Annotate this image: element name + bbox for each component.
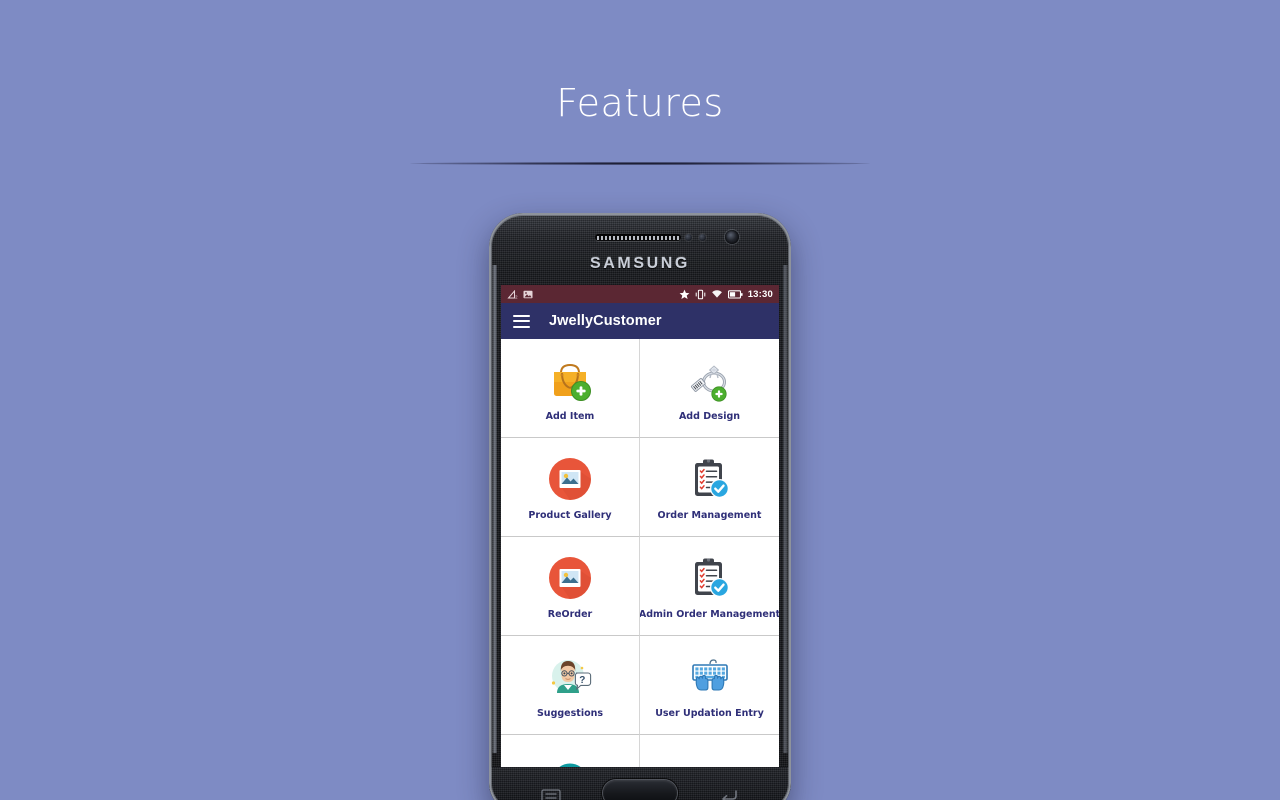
- proximity-sensor-icon: [685, 234, 692, 241]
- feature-cell-product-gallery[interactable]: Product Gallery: [501, 438, 640, 537]
- feature-cell-add-design[interactable]: Add Design: [640, 339, 779, 438]
- person-question-icon: ?: [544, 651, 596, 703]
- photo-gallery-icon: [544, 552, 596, 604]
- signal-triangle-icon: 2: [507, 289, 518, 299]
- feature-label: User Updation Entry: [655, 707, 764, 719]
- page-header: Features: [0, 0, 1280, 165]
- phone-mockup: SAMSUNG 2 13:30 JwellyCustomer Add Item …: [489, 213, 791, 800]
- feature-label: Order Management: [657, 509, 762, 521]
- image-icon: [523, 290, 533, 299]
- feature-cell-partial-right[interactable]: [640, 735, 779, 767]
- front-camera-icon: [725, 230, 739, 244]
- back-key-icon[interactable]: [719, 789, 739, 800]
- feature-grid: Add Item Add Design Product Gallery Orde…: [501, 339, 779, 767]
- status-bar-left-icons: 2: [507, 289, 533, 299]
- feature-cell-order-management[interactable]: Order Management: [640, 438, 779, 537]
- status-bar-right-icons: 13:30: [679, 289, 773, 300]
- feature-cell-partial-left[interactable]: [501, 735, 640, 767]
- feature-label: Suggestions: [536, 707, 604, 719]
- feature-cell-reorder[interactable]: ReOrder: [501, 537, 640, 636]
- app-bar-title: JwellyCustomer: [549, 313, 662, 329]
- menu-key-icon[interactable]: [541, 789, 561, 800]
- feature-label: Admin Order Management: [640, 608, 779, 620]
- vibrate-icon: [695, 289, 706, 300]
- battery-icon: [727, 289, 743, 299]
- hamburger-menu-icon[interactable]: [513, 314, 530, 328]
- page-title: Features: [556, 81, 724, 125]
- device-brand-label: SAMSUNG: [590, 255, 690, 272]
- svg-text:2: 2: [515, 294, 518, 299]
- status-bar: 2 13:30: [501, 285, 779, 303]
- wifi-icon: [711, 289, 723, 299]
- feature-cell-suggestions[interactable]: ? Suggestions: [501, 636, 640, 735]
- home-button[interactable]: [603, 780, 677, 800]
- feature-cell-user-updation-entry[interactable]: User Updation Entry: [640, 636, 779, 735]
- teal-round-icon: [544, 755, 596, 767]
- shopping-bag-add-icon: [544, 354, 596, 406]
- speaker-grille-icon: [595, 234, 681, 241]
- phone-left-edge-highlight: [492, 265, 497, 753]
- light-sensor-icon: [699, 234, 706, 241]
- star-icon: [679, 289, 690, 300]
- app-bar: JwellyCustomer: [501, 303, 779, 339]
- feature-label: Add Design: [678, 410, 741, 422]
- status-bar-clock: 13:30: [747, 288, 773, 300]
- feature-label: Add Item: [545, 410, 595, 422]
- feature-cell-add-item[interactable]: Add Item: [501, 339, 640, 438]
- title-divider: [410, 162, 870, 165]
- phone-screen: 2 13:30 JwellyCustomer Add Item Add Desi…: [501, 285, 779, 767]
- svg-text:?: ?: [579, 675, 585, 686]
- diamond-ring-add-icon: [684, 354, 736, 406]
- phone-bottom-bezel: [489, 767, 791, 800]
- clipboard-check-icon: [684, 453, 736, 505]
- phone-right-edge-highlight: [783, 265, 788, 753]
- phone-top-bezel: SAMSUNG: [489, 213, 791, 289]
- feature-label: ReOrder: [547, 608, 593, 620]
- feature-cell-admin-order-management[interactable]: Admin Order Management: [640, 537, 779, 636]
- orange-box-icon: [684, 755, 736, 767]
- keyboard-hands-icon: [684, 651, 736, 703]
- clipboard-check-icon: [684, 552, 736, 604]
- photo-gallery-icon: [544, 453, 596, 505]
- feature-label: Product Gallery: [528, 509, 612, 521]
